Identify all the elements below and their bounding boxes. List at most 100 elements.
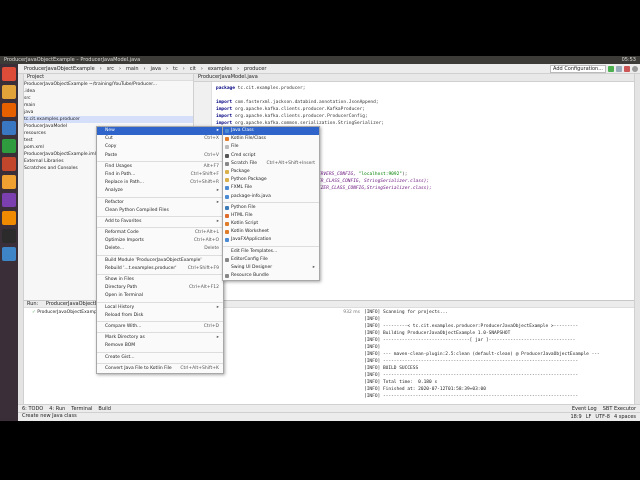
menu-item[interactable]: Optimize Imports Ctrl+Alt+O — [97, 237, 223, 245]
menu-item[interactable]: Create Gist... — [97, 354, 223, 362]
menu-item[interactable]: Clean Python Compiled Files — [97, 207, 223, 215]
project-tree-item[interactable]: tc.cit.examples.producer — [24, 116, 193, 123]
submenu-arrow-icon: ▸ — [216, 128, 219, 133]
menu-item[interactable]: Edit File Templates... — [223, 248, 319, 256]
status-item[interactable]: 4 spaces — [614, 414, 636, 420]
menu-item[interactable]: Python File — [223, 204, 319, 212]
menu-item[interactable]: Package — [223, 168, 319, 176]
project-tree-item[interactable]: main — [24, 102, 193, 109]
menu-item-label: JavaFXApplication — [231, 237, 272, 243]
code-area[interactable]: package tc.cit.examples.producer; import … — [216, 85, 384, 127]
project-tree-item[interactable]: ProducerJavaObjectExample ~/training/You… — [24, 81, 193, 88]
status-item[interactable]: LF — [586, 414, 592, 420]
menu-item[interactable]: Cmd script — [223, 152, 319, 160]
menu-item[interactable]: FXML File — [223, 184, 319, 192]
console-line: [INFO] Building ProducerJavaObjectExampl… — [364, 331, 511, 336]
menu-item[interactable]: Open in Terminal — [97, 292, 223, 300]
menu-item[interactable]: package-info.java — [223, 193, 319, 201]
file-type-icon — [225, 194, 229, 199]
project-tree-item[interactable]: .idea — [24, 88, 193, 95]
vlc-icon[interactable] — [2, 211, 16, 225]
menu-item[interactable]: New ▸ — [97, 127, 223, 136]
menu-item[interactable]: Find in Path... Ctrl+Shift+F — [97, 171, 223, 179]
menu-item[interactable]: Remove BOM — [97, 342, 223, 350]
menu-item[interactable]: Mark Directory as ▸ — [97, 334, 223, 342]
breadcrumb-item[interactable]: src — [105, 66, 116, 72]
menu-item[interactable]: Convert Java File to Kotlin File Ctrl+Alt… — [97, 365, 223, 373]
bottom-tab[interactable]: Build — [98, 406, 111, 412]
debug-icon[interactable] — [616, 66, 622, 72]
menu-item[interactable]: Reformat Code Ctrl+Alt+L — [97, 229, 223, 237]
menu-item[interactable]: Refactor ▸ — [97, 199, 223, 207]
new-submenu: Java Class Kotlin File/Class File Cmd scrip… — [222, 126, 320, 282]
menu-item[interactable]: Cut Ctrl+X — [97, 135, 223, 143]
menu-item[interactable]: Kotlin File/Class — [223, 135, 319, 143]
event-log-button[interactable]: Event Log — [572, 406, 597, 412]
run-console[interactable]: [INFO] Scanning for projects... [INFO] [IN… — [364, 309, 634, 404]
libreoffice-writer-icon[interactable] — [2, 121, 16, 135]
menu-item[interactable]: Replace in Path... Ctrl+Shift+R — [97, 179, 223, 187]
menu-item[interactable]: Kotlin Worksheet — [223, 228, 319, 236]
menu-item[interactable]: File — [223, 143, 319, 151]
file-type-icon — [225, 137, 229, 142]
menu-item[interactable]: Reload from Disk — [97, 312, 223, 320]
menu-item[interactable]: Rebuild '...t.examples.producer' Ctrl+Shi… — [97, 265, 223, 273]
menu-item[interactable]: Build Module 'ProducerJavaObjectExample' — [97, 257, 223, 265]
menu-item[interactable]: Compare With... Ctrl+D — [97, 323, 223, 331]
menu-item[interactable]: Add to Favorites ▸ — [97, 218, 223, 226]
breadcrumb-item[interactable]: examples — [206, 66, 234, 72]
breadcrumb-item[interactable]: main — [124, 66, 141, 72]
sbt-executor-button[interactable]: SBT Executor — [603, 406, 636, 412]
chrome-icon[interactable] — [2, 67, 16, 81]
menu-item[interactable]: Analyze ▸ — [97, 187, 223, 195]
stop-icon[interactable] — [624, 66, 630, 72]
menu-item[interactable]: Delete... Delete — [97, 245, 223, 253]
project-tree-item[interactable]: java — [24, 109, 193, 116]
files-icon[interactable] — [2, 85, 16, 99]
menu-item[interactable]: HTML File — [223, 212, 319, 220]
search-icon[interactable] — [632, 66, 638, 72]
breadcrumb-item[interactable]: cit — [188, 66, 198, 72]
menu-item[interactable]: Kotlin Script — [223, 220, 319, 228]
breadcrumb-item[interactable]: ProducerJavaObjectExample — [22, 66, 97, 72]
editor-tab[interactable]: ProducerJavaModel.java — [194, 74, 634, 82]
breadcrumb-item[interactable]: tc — [171, 66, 180, 72]
amazon-icon[interactable] — [2, 175, 16, 189]
code-snippet[interactable]: ERVERS_CONFIG, "localhost:9092"); ER_CLAS… — [318, 171, 432, 192]
menu-item[interactable]: Show in Files — [97, 276, 223, 284]
menu-item[interactable]: Copy — [97, 143, 223, 151]
project-tree-item[interactable]: src — [24, 95, 193, 102]
status-item[interactable]: UTF-8 — [595, 414, 610, 420]
run-icon[interactable] — [608, 66, 614, 72]
firefox-icon[interactable] — [2, 103, 16, 117]
menu-item[interactable]: Swing UI Designer ▸ — [223, 264, 319, 272]
add-configuration-button[interactable]: Add Configuration... — [550, 65, 606, 73]
libreoffice-impress-icon[interactable] — [2, 157, 16, 171]
menu-item[interactable]: Scratch File Ctrl+Alt+Shift+Insert — [223, 160, 319, 168]
menu-item[interactable]: Directory Path Ctrl+Alt+F12 — [97, 284, 223, 292]
menu-item[interactable]: Java Class — [223, 127, 319, 136]
menu-item[interactable]: Paste Ctrl+V — [97, 152, 223, 160]
chevron-right-icon: › — [166, 65, 168, 72]
menu-separator — [97, 254, 223, 256]
bottom-tab[interactable]: 6: TODO — [22, 406, 43, 412]
menu-item[interactable]: EditorConfig File — [223, 256, 319, 264]
menu-item[interactable]: Local History ▸ — [97, 304, 223, 312]
menu-item[interactable]: Resource Bundle — [223, 272, 319, 280]
breadcrumb-item[interactable]: java — [149, 66, 163, 72]
help-icon[interactable] — [2, 247, 16, 261]
libreoffice-calc-icon[interactable] — [2, 139, 16, 153]
bottom-tab[interactable]: 4: Run — [49, 406, 65, 412]
menu-item[interactable]: Python Package — [223, 176, 319, 184]
menu-item[interactable]: Find Usages Alt+F7 — [97, 163, 223, 171]
bottom-tab[interactable]: Terminal — [71, 406, 92, 412]
breadcrumb-item[interactable]: producer — [242, 66, 268, 72]
menu-item-label: package-info.java — [231, 193, 271, 199]
project-panel-title[interactable]: Project — [24, 74, 193, 81]
terminal-icon[interactable] — [2, 229, 16, 243]
menu-item[interactable]: JavaFXApplication — [223, 236, 319, 244]
intellij-icon[interactable] — [2, 193, 16, 207]
status-item[interactable]: 18:9 — [570, 414, 581, 420]
run-time: 932 ms — [343, 310, 360, 315]
file-type-icon — [225, 161, 229, 166]
